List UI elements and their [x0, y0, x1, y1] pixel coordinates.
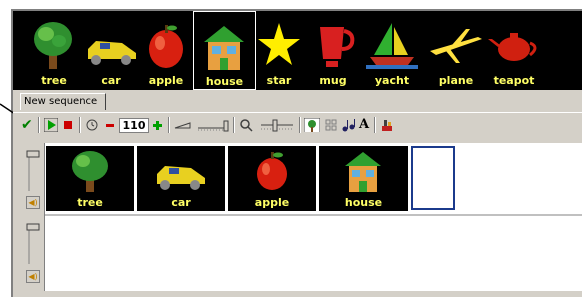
- house-icon: [345, 152, 381, 192]
- sequence-slot-label: tree: [77, 196, 103, 209]
- palette-item-label: apple: [148, 74, 184, 87]
- track-2-volume-slider[interactable]: [26, 222, 40, 266]
- clock-icon: [86, 119, 98, 131]
- car-icon: [88, 41, 136, 65]
- plane-icon: [430, 29, 482, 63]
- text-tool-button[interactable]: A: [359, 118, 369, 132]
- toolbar: ✔ 110 A: [13, 112, 582, 137]
- sequence-slot-apple[interactable]: apple: [228, 146, 316, 211]
- sequence-slot-tree[interactable]: tree: [46, 146, 134, 211]
- grid-view-icon[interactable]: [324, 118, 338, 132]
- track-2-speaker-icon[interactable]: ◀): [26, 270, 40, 283]
- palette-item-teapot[interactable]: teapot: [486, 11, 542, 90]
- track-divider: [44, 214, 582, 216]
- palette-item-car[interactable]: car: [82, 11, 140, 90]
- palette-item-plane[interactable]: plane: [426, 11, 486, 90]
- volume-ramp-icon: [174, 122, 191, 129]
- car-icon: [157, 166, 205, 190]
- star-icon: [258, 23, 300, 65]
- tempo-decrease-button[interactable]: [104, 118, 116, 132]
- palette-item-label: plane: [438, 74, 474, 87]
- music-note-icon[interactable]: [341, 118, 355, 132]
- mug-icon: [320, 27, 355, 67]
- track-1-speaker-icon[interactable]: ◀): [26, 196, 40, 209]
- check-icon[interactable]: ✔: [21, 118, 33, 132]
- palette-item-label: teapot: [493, 74, 535, 87]
- tempo-increase-button[interactable]: [152, 118, 164, 132]
- palette-item-house[interactable]: house: [193, 11, 256, 90]
- palette-item-label: car: [101, 74, 121, 87]
- stop-button[interactable]: [61, 118, 75, 132]
- tree-icon: [34, 22, 72, 69]
- yacht-icon: [366, 23, 418, 69]
- image-palette: tree car apple house star mug yacht plan…: [13, 11, 582, 90]
- sequence-slot-house[interactable]: house: [319, 146, 408, 211]
- palette-item-label: tree: [41, 74, 67, 87]
- picture-mode-button[interactable]: [304, 118, 320, 132]
- tempo-field[interactable]: 110: [119, 118, 149, 133]
- apple-icon: [257, 152, 287, 190]
- teapot-icon: [488, 33, 537, 61]
- apple-icon: [149, 25, 183, 68]
- sequence-slot-label: house: [344, 196, 383, 209]
- palette-item-star[interactable]: star: [256, 11, 302, 90]
- empty-sequence-slot[interactable]: [411, 146, 455, 210]
- palette-item-apple[interactable]: apple: [140, 11, 192, 90]
- palette-item-label: star: [266, 74, 292, 87]
- house-icon: [204, 26, 244, 70]
- palette-item-tree[interactable]: tree: [26, 11, 82, 90]
- sequence-slot-car[interactable]: car: [137, 146, 225, 211]
- palette-item-label: mug: [319, 74, 347, 87]
- sequence-slot-label: apple: [254, 196, 290, 209]
- volume-slider[interactable]: [196, 118, 230, 132]
- tree-icon: [72, 151, 108, 192]
- palette-item-label: yacht: [374, 74, 410, 87]
- sequence-slot-label: car: [171, 196, 191, 209]
- palette-item-mug[interactable]: mug: [306, 11, 360, 90]
- palette-item-yacht[interactable]: yacht: [362, 11, 422, 90]
- track-1-volume-slider[interactable]: [26, 149, 40, 193]
- sequence-properties-icon[interactable]: [380, 118, 394, 132]
- zoom-icon[interactable]: [239, 118, 253, 132]
- play-button[interactable]: [44, 118, 58, 132]
- zoom-slider[interactable]: [259, 118, 295, 132]
- palette-item-label: house: [205, 75, 244, 88]
